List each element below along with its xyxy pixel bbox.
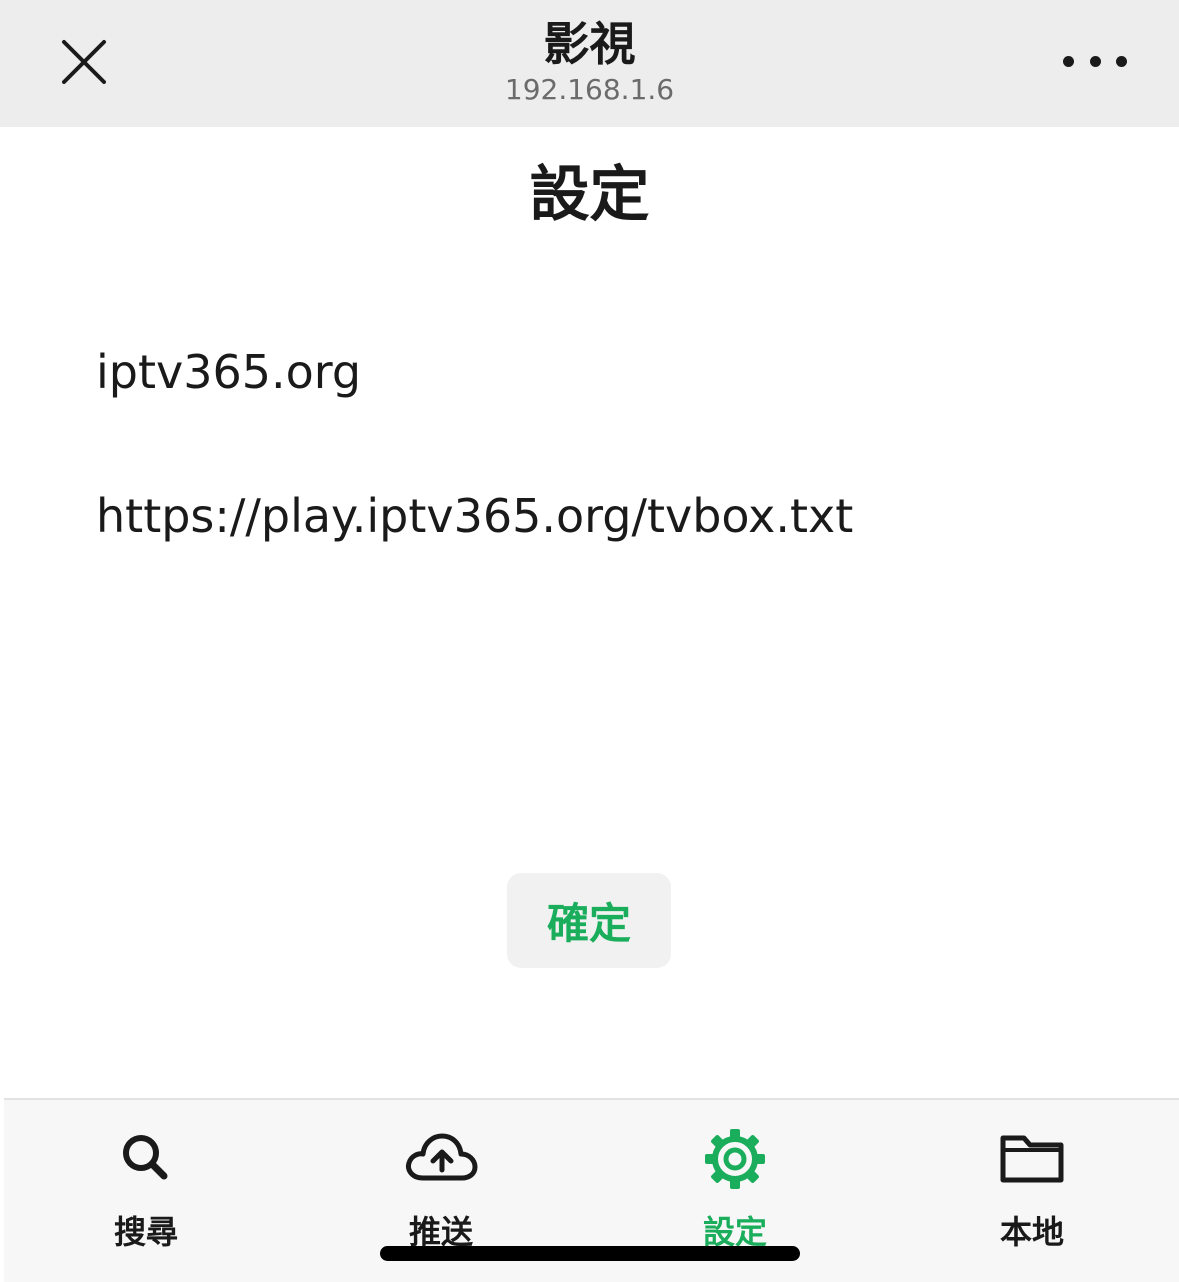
source-url-field[interactable] bbox=[96, 480, 1096, 552]
tab-search[interactable]: 搜尋 bbox=[56, 1128, 236, 1268]
navbar-subtitle: 192.168.1.6 bbox=[504, 73, 675, 106]
home-indicator bbox=[380, 1246, 800, 1261]
confirm-button[interactable]: 確定 bbox=[507, 873, 671, 968]
folder-icon bbox=[1000, 1135, 1064, 1183]
search-icon bbox=[123, 1135, 168, 1180]
more-horizontal-icon bbox=[1089, 55, 1101, 67]
page-title: 設定 bbox=[529, 160, 650, 230]
top-navbar: 影視 192.168.1.6 bbox=[0, 0, 1179, 127]
source-name-field[interactable] bbox=[96, 336, 1096, 408]
gear-icon bbox=[705, 1129, 765, 1189]
navbar-title-group: 影視 192.168.1.6 bbox=[0, 14, 1179, 106]
cloud-upload-icon bbox=[406, 1133, 478, 1181]
more-options-button[interactable] bbox=[1063, 36, 1127, 86]
more-horizontal-icon bbox=[1116, 55, 1127, 67]
navbar-title: 影視 bbox=[543, 17, 636, 71]
tab-local[interactable]: 本地 bbox=[942, 1128, 1122, 1268]
tab-label: 本地 bbox=[999, 1213, 1064, 1251]
more-horizontal-icon bbox=[1063, 55, 1074, 67]
tab-label: 搜尋 bbox=[113, 1213, 178, 1251]
app-screen: 影視 192.168.1.6 設定 確定 搜尋 推送 bbox=[0, 0, 1179, 1282]
